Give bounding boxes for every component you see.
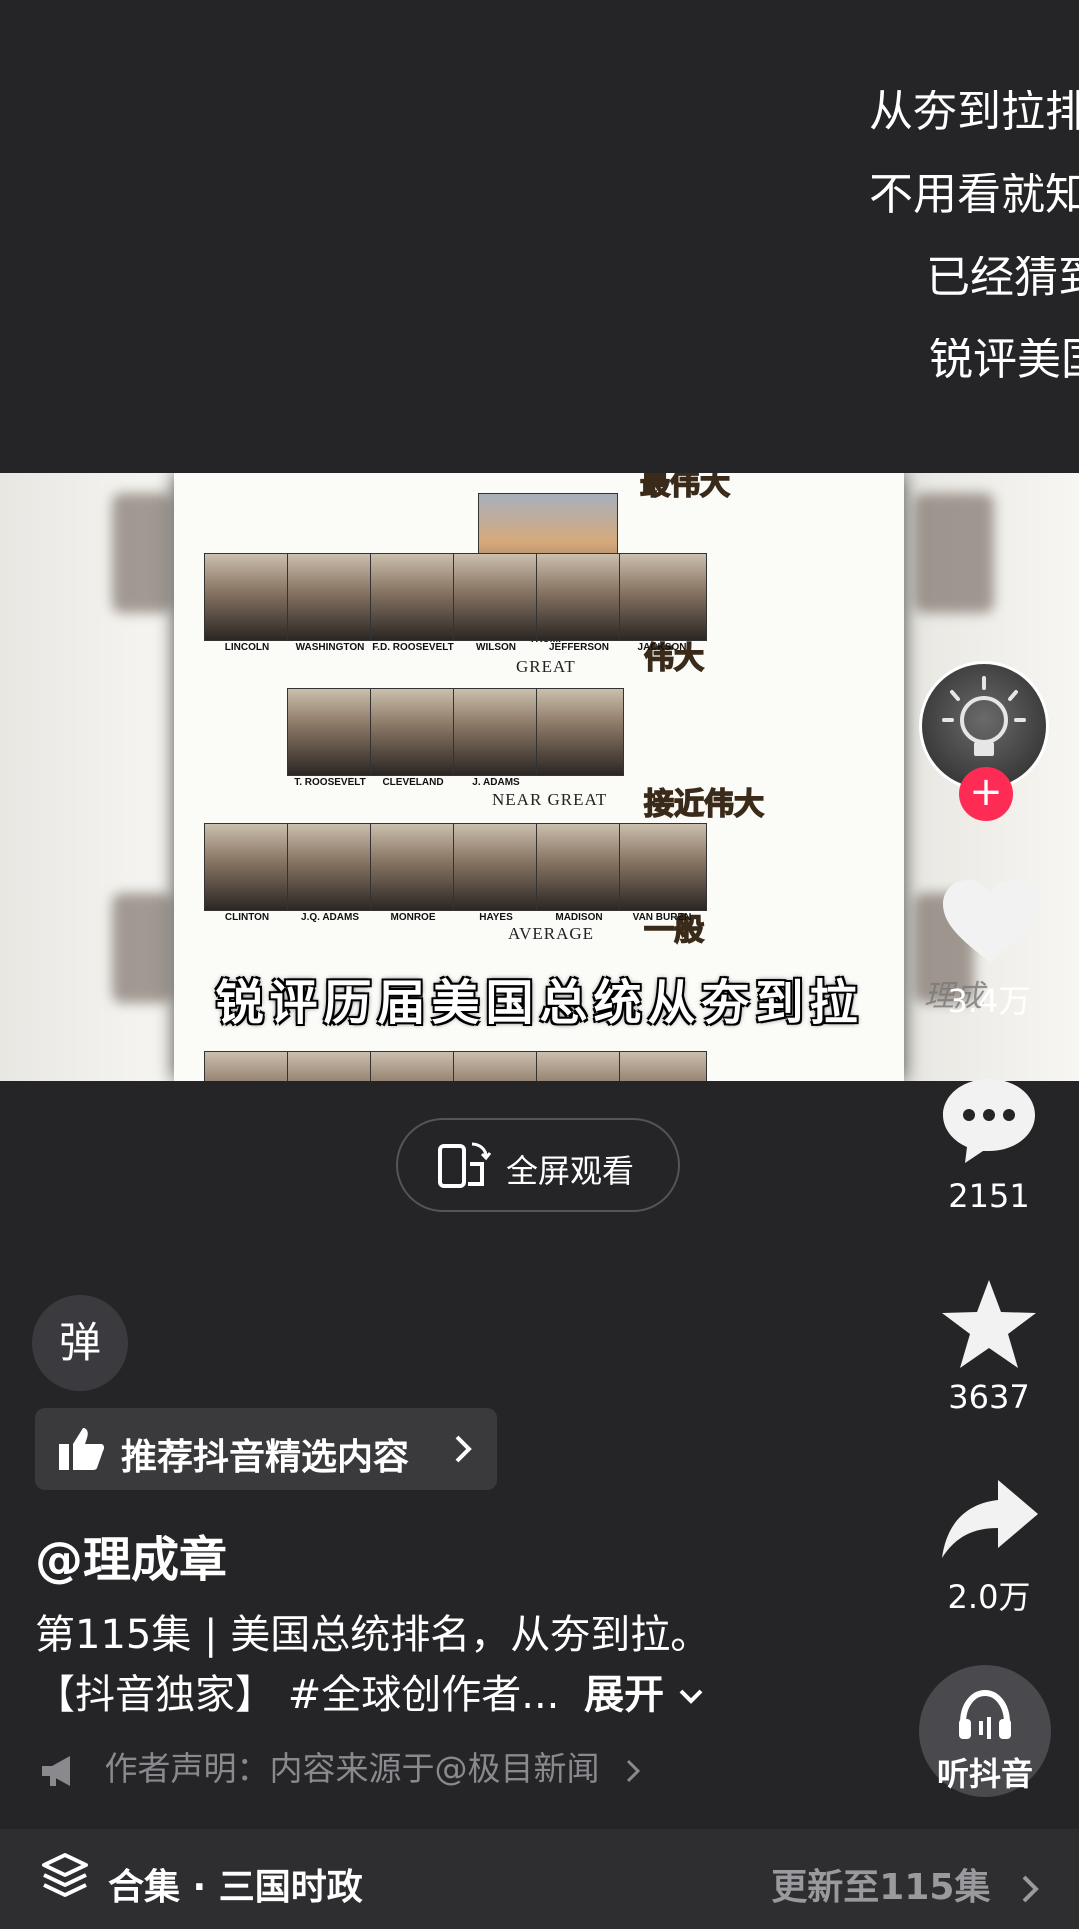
follow-button[interactable]: + (959, 767, 1013, 821)
danmaku-line-2: 不用看就知 (869, 173, 1079, 217)
portrait-1-3 (536, 688, 624, 776)
author-name[interactable]: @理成章 (35, 1520, 227, 1590)
recommend-label: 推荐抖音精选内容 (121, 1437, 410, 1478)
portrait-0-4 (536, 553, 624, 641)
portrait-2-4 (536, 823, 624, 911)
portrait-next-row (370, 1051, 458, 1081)
star-icon[interactable] (940, 1278, 1038, 1372)
rotate-screen-icon (438, 1142, 492, 1188)
recommend-pill[interactable]: 推荐抖音精选内容 (35, 1408, 497, 1490)
portrait-0-5 (619, 553, 707, 641)
danmaku-line-1: 从夯到拉排 (869, 90, 1079, 134)
chevron-down-icon (679, 1689, 703, 1704)
chevron-right-icon (455, 1435, 472, 1463)
share-count: 2.0万 (947, 1578, 1031, 1616)
layers-icon (42, 1853, 88, 1897)
danmaku-line-4: 锐评美国 (929, 338, 1079, 382)
portrait-2-2 (370, 823, 458, 911)
listen-label: 听抖音 (936, 1755, 1033, 1793)
video-player[interactable]: 最伟大 TRUMP GREAT 伟大 LINCOLNWASHINGTONF.D.… (0, 473, 1079, 1081)
portrait-next-row (536, 1051, 624, 1081)
danmaku-toggle-label: 弹 (58, 1318, 101, 1367)
portrait-2-1 (287, 823, 375, 911)
president-name: VAN BUREN (632, 912, 692, 923)
expand-label: 展开 (584, 1672, 665, 1718)
collection-update[interactable]: 更新至115集 (771, 1858, 1039, 1910)
portrait-next-row (453, 1051, 541, 1081)
portrait-1-2 (453, 688, 541, 776)
expand-button[interactable]: 展开 (584, 1672, 704, 1718)
heart-icon[interactable] (941, 878, 1039, 966)
declaration-text: 作者声明：内容来源于@极目新闻 (104, 1749, 600, 1788)
portrait-2-3 (453, 823, 541, 911)
chevron-right-icon (626, 1759, 641, 1782)
portrait-0-1 (287, 553, 375, 641)
portrait-0-0 (204, 553, 292, 641)
video-subtitle: 锐评历届美国总统从夯到拉 (215, 975, 864, 1031)
description-line-1: 第115集 | 美国总统排名，从夯到拉。 (35, 1612, 711, 1658)
blur-portrait (112, 493, 172, 613)
portrait-next-row (204, 1051, 292, 1081)
tier-great-en: GREAT (516, 657, 576, 676)
tier-average-en: AVERAGE (508, 924, 595, 943)
fullscreen-button[interactable]: 全屏观看 (396, 1118, 680, 1212)
tier-near-great-cn: 接近伟大 (643, 786, 765, 823)
portrait-2-5 (619, 823, 707, 911)
portrait-next-row (287, 1051, 375, 1081)
comment-icon[interactable] (941, 1075, 1037, 1165)
like-count: 3.4万 (947, 982, 1031, 1020)
fullscreen-label: 全屏观看 (506, 1152, 635, 1190)
portrait-next-row (619, 1051, 707, 1081)
thumbs-up-icon (59, 1428, 105, 1470)
listen-button[interactable]: 听抖音 (919, 1665, 1051, 1797)
danmaku-toggle[interactable]: 弹 (32, 1295, 128, 1391)
megaphone-icon (42, 1755, 70, 1786)
president-name: JACKSON (637, 642, 687, 653)
headphones-icon (959, 1689, 1011, 1739)
portrait-1-0 (287, 688, 375, 776)
blur-portrait (914, 493, 994, 613)
portrait-2-0 (204, 823, 292, 911)
collection-title[interactable]: 合集 · 三国时政 (108, 1858, 363, 1910)
update-label: 更新至115集 (771, 1867, 991, 1908)
description-text: 【抖音独家】 #全球创作者... (35, 1672, 560, 1718)
favorite-count: 3637 (948, 1378, 1030, 1416)
portrait-1-1 (370, 688, 458, 776)
comment-count: 2151 (948, 1177, 1030, 1215)
description-line-2[interactable]: 【抖音独家】 #全球创作者... 展开 (35, 1662, 704, 1720)
share-icon[interactable] (940, 1478, 1040, 1562)
author-declaration[interactable]: 作者声明：内容来源于@极目新闻 (40, 1742, 641, 1790)
president-name: J. ADAMS (472, 777, 520, 788)
portrait-0-2 (370, 553, 458, 641)
tier-label-best: 最伟大 (639, 473, 731, 503)
chevron-right-icon (1022, 1875, 1039, 1903)
danmaku-line-3: 已经猜到 (926, 256, 1079, 300)
tier-near-great-en: NEAR GREAT (492, 790, 608, 809)
portrait-0-3 (453, 553, 541, 641)
